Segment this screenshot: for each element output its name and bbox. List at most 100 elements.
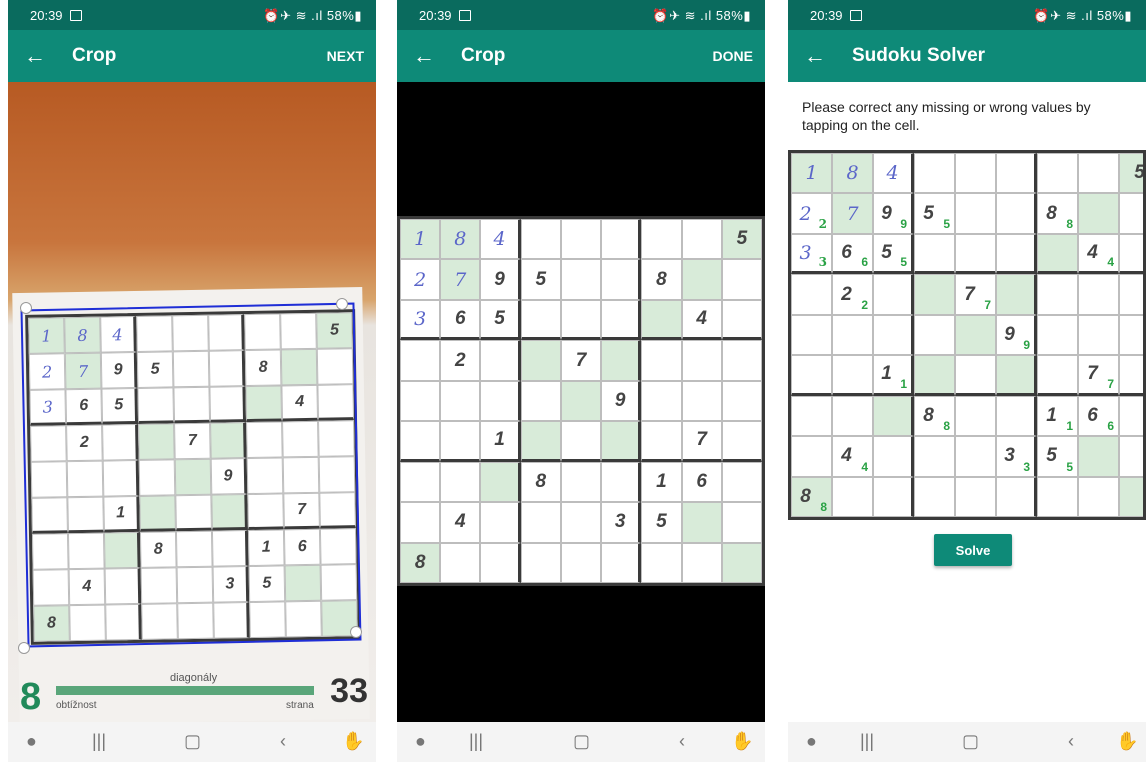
sudoku-cell[interactable]: 88 <box>1037 193 1078 234</box>
back-arrow-icon[interactable]: ← <box>24 43 46 69</box>
sudoku-cell[interactable] <box>1078 314 1119 356</box>
sudoku-cell[interactable]: 1 <box>791 153 832 194</box>
sudoku-cell[interactable] <box>1078 476 1119 517</box>
sudoku-cell[interactable]: 66 <box>1078 395 1119 437</box>
sudoku-cell[interactable] <box>955 395 996 437</box>
sudoku-cell[interactable] <box>791 436 832 477</box>
sudoku-cell[interactable]: 77 <box>955 274 996 315</box>
done-button[interactable]: DONE <box>713 48 753 64</box>
sudoku-cell[interactable] <box>914 153 955 194</box>
sudoku-cell[interactable]: 55 <box>1037 436 1078 477</box>
sudoku-cell[interactable]: 88 <box>914 395 955 437</box>
sudoku-cell[interactable] <box>955 436 996 477</box>
sudoku-cell[interactable] <box>873 436 914 477</box>
sudoku-cell[interactable]: 55 <box>914 193 955 234</box>
sudoku-cell[interactable]: 44 <box>832 436 873 477</box>
home-button[interactable]: ▢ <box>184 731 201 752</box>
sudoku-cell[interactable] <box>1037 476 1078 517</box>
sudoku-cell[interactable] <box>955 153 996 194</box>
solve-button[interactable]: Solve <box>934 534 1012 566</box>
sudoku-cell[interactable] <box>1078 193 1119 234</box>
back-button[interactable]: ‹ <box>280 731 286 752</box>
crop-handle-top-right[interactable] <box>336 298 348 310</box>
sudoku-cell[interactable] <box>1119 274 1143 315</box>
sudoku-cell[interactable]: 99 <box>873 193 914 234</box>
sudoku-cell[interactable] <box>955 314 996 356</box>
sudoku-cell[interactable] <box>1119 436 1143 477</box>
back-arrow-icon[interactable]: ← <box>413 43 435 69</box>
sudoku-cell[interactable] <box>791 355 832 396</box>
sudoku-cell[interactable]: 7 <box>832 193 873 234</box>
sudoku-cell[interactable] <box>955 193 996 234</box>
accessibility-icon[interactable]: ✋ <box>1116 731 1138 752</box>
assistant-icon[interactable]: ● <box>26 731 37 752</box>
sudoku-cell[interactable]: 44 <box>1078 233 1119 275</box>
recents-button[interactable]: ||| <box>469 731 483 752</box>
back-button[interactable]: ‹ <box>1068 731 1074 752</box>
crop-handle-bottom-left[interactable] <box>18 642 30 654</box>
home-button[interactable]: ▢ <box>962 731 979 752</box>
assistant-icon[interactable]: ● <box>806 731 817 752</box>
sudoku-cell[interactable]: 33 <box>791 233 832 275</box>
back-button[interactable]: ‹ <box>679 731 685 752</box>
sudoku-cell[interactable] <box>1119 314 1143 356</box>
crop-frame[interactable] <box>20 302 362 648</box>
sudoku-cell[interactable] <box>1078 153 1119 194</box>
sudoku-cell[interactable] <box>791 395 832 437</box>
sudoku-cell[interactable]: 88 <box>791 476 832 517</box>
sudoku-cell[interactable] <box>996 233 1037 275</box>
sudoku-cell[interactable] <box>955 355 996 396</box>
home-button[interactable]: ▢ <box>573 731 590 752</box>
accessibility-icon[interactable]: ✋ <box>731 731 753 752</box>
sudoku-cell[interactable]: 22 <box>832 274 873 315</box>
sudoku-cell[interactable] <box>914 274 955 315</box>
sudoku-cell[interactable]: 99 <box>996 314 1037 356</box>
sudoku-cell[interactable]: 4 <box>873 153 914 194</box>
sudoku-cell[interactable] <box>832 314 873 356</box>
crop-handle-bottom-right[interactable] <box>350 626 362 638</box>
sudoku-cell[interactable] <box>955 476 996 517</box>
sudoku-cell[interactable] <box>1037 274 1078 315</box>
back-arrow-icon[interactable]: ← <box>804 43 826 69</box>
sudoku-cell[interactable] <box>1119 233 1143 275</box>
sudoku-cell[interactable] <box>832 395 873 437</box>
sudoku-cell[interactable] <box>1119 395 1143 437</box>
sudoku-cell[interactable] <box>955 233 996 275</box>
sudoku-cell[interactable] <box>791 274 832 315</box>
sudoku-cell[interactable] <box>1037 233 1078 275</box>
crop-handle-top-left[interactable] <box>20 302 32 314</box>
sudoku-cell[interactable] <box>873 274 914 315</box>
sudoku-cell[interactable]: 77 <box>1078 355 1119 396</box>
sudoku-cell[interactable] <box>1119 476 1143 517</box>
sudoku-cell[interactable] <box>914 476 955 517</box>
sudoku-cell[interactable] <box>791 314 832 356</box>
sudoku-cell[interactable]: 22 <box>791 193 832 234</box>
sudoku-grid-editable[interactable]: 1845227995588336655442277991177881166443… <box>788 150 1146 520</box>
sudoku-cell[interactable] <box>1119 193 1143 234</box>
sudoku-cell[interactable] <box>996 274 1037 315</box>
sudoku-cell[interactable] <box>873 314 914 356</box>
sudoku-cell[interactable] <box>996 153 1037 194</box>
sudoku-cell[interactable] <box>1037 355 1078 396</box>
sudoku-cell[interactable] <box>914 355 955 396</box>
sudoku-cell[interactable] <box>996 193 1037 234</box>
sudoku-cell[interactable] <box>873 395 914 437</box>
sudoku-cell[interactable] <box>996 476 1037 517</box>
sudoku-cell[interactable]: 11 <box>1037 395 1078 437</box>
assistant-icon[interactable]: ● <box>415 731 426 752</box>
recents-button[interactable]: ||| <box>92 731 106 752</box>
sudoku-cell[interactable] <box>1078 436 1119 477</box>
sudoku-cell[interactable] <box>914 233 955 275</box>
sudoku-cell[interactable] <box>832 476 873 517</box>
accessibility-icon[interactable]: ✋ <box>342 731 364 752</box>
sudoku-cell[interactable]: 5 <box>1119 153 1143 194</box>
sudoku-cell[interactable]: 8 <box>832 153 873 194</box>
sudoku-cell[interactable] <box>832 355 873 396</box>
sudoku-cell[interactable]: 11 <box>873 355 914 396</box>
sudoku-cell[interactable] <box>996 355 1037 396</box>
sudoku-cell[interactable] <box>996 395 1037 437</box>
sudoku-cell[interactable] <box>1078 274 1119 315</box>
recents-button[interactable]: ||| <box>860 731 874 752</box>
sudoku-cell[interactable]: 55 <box>873 233 914 275</box>
sudoku-cell[interactable] <box>1119 355 1143 396</box>
